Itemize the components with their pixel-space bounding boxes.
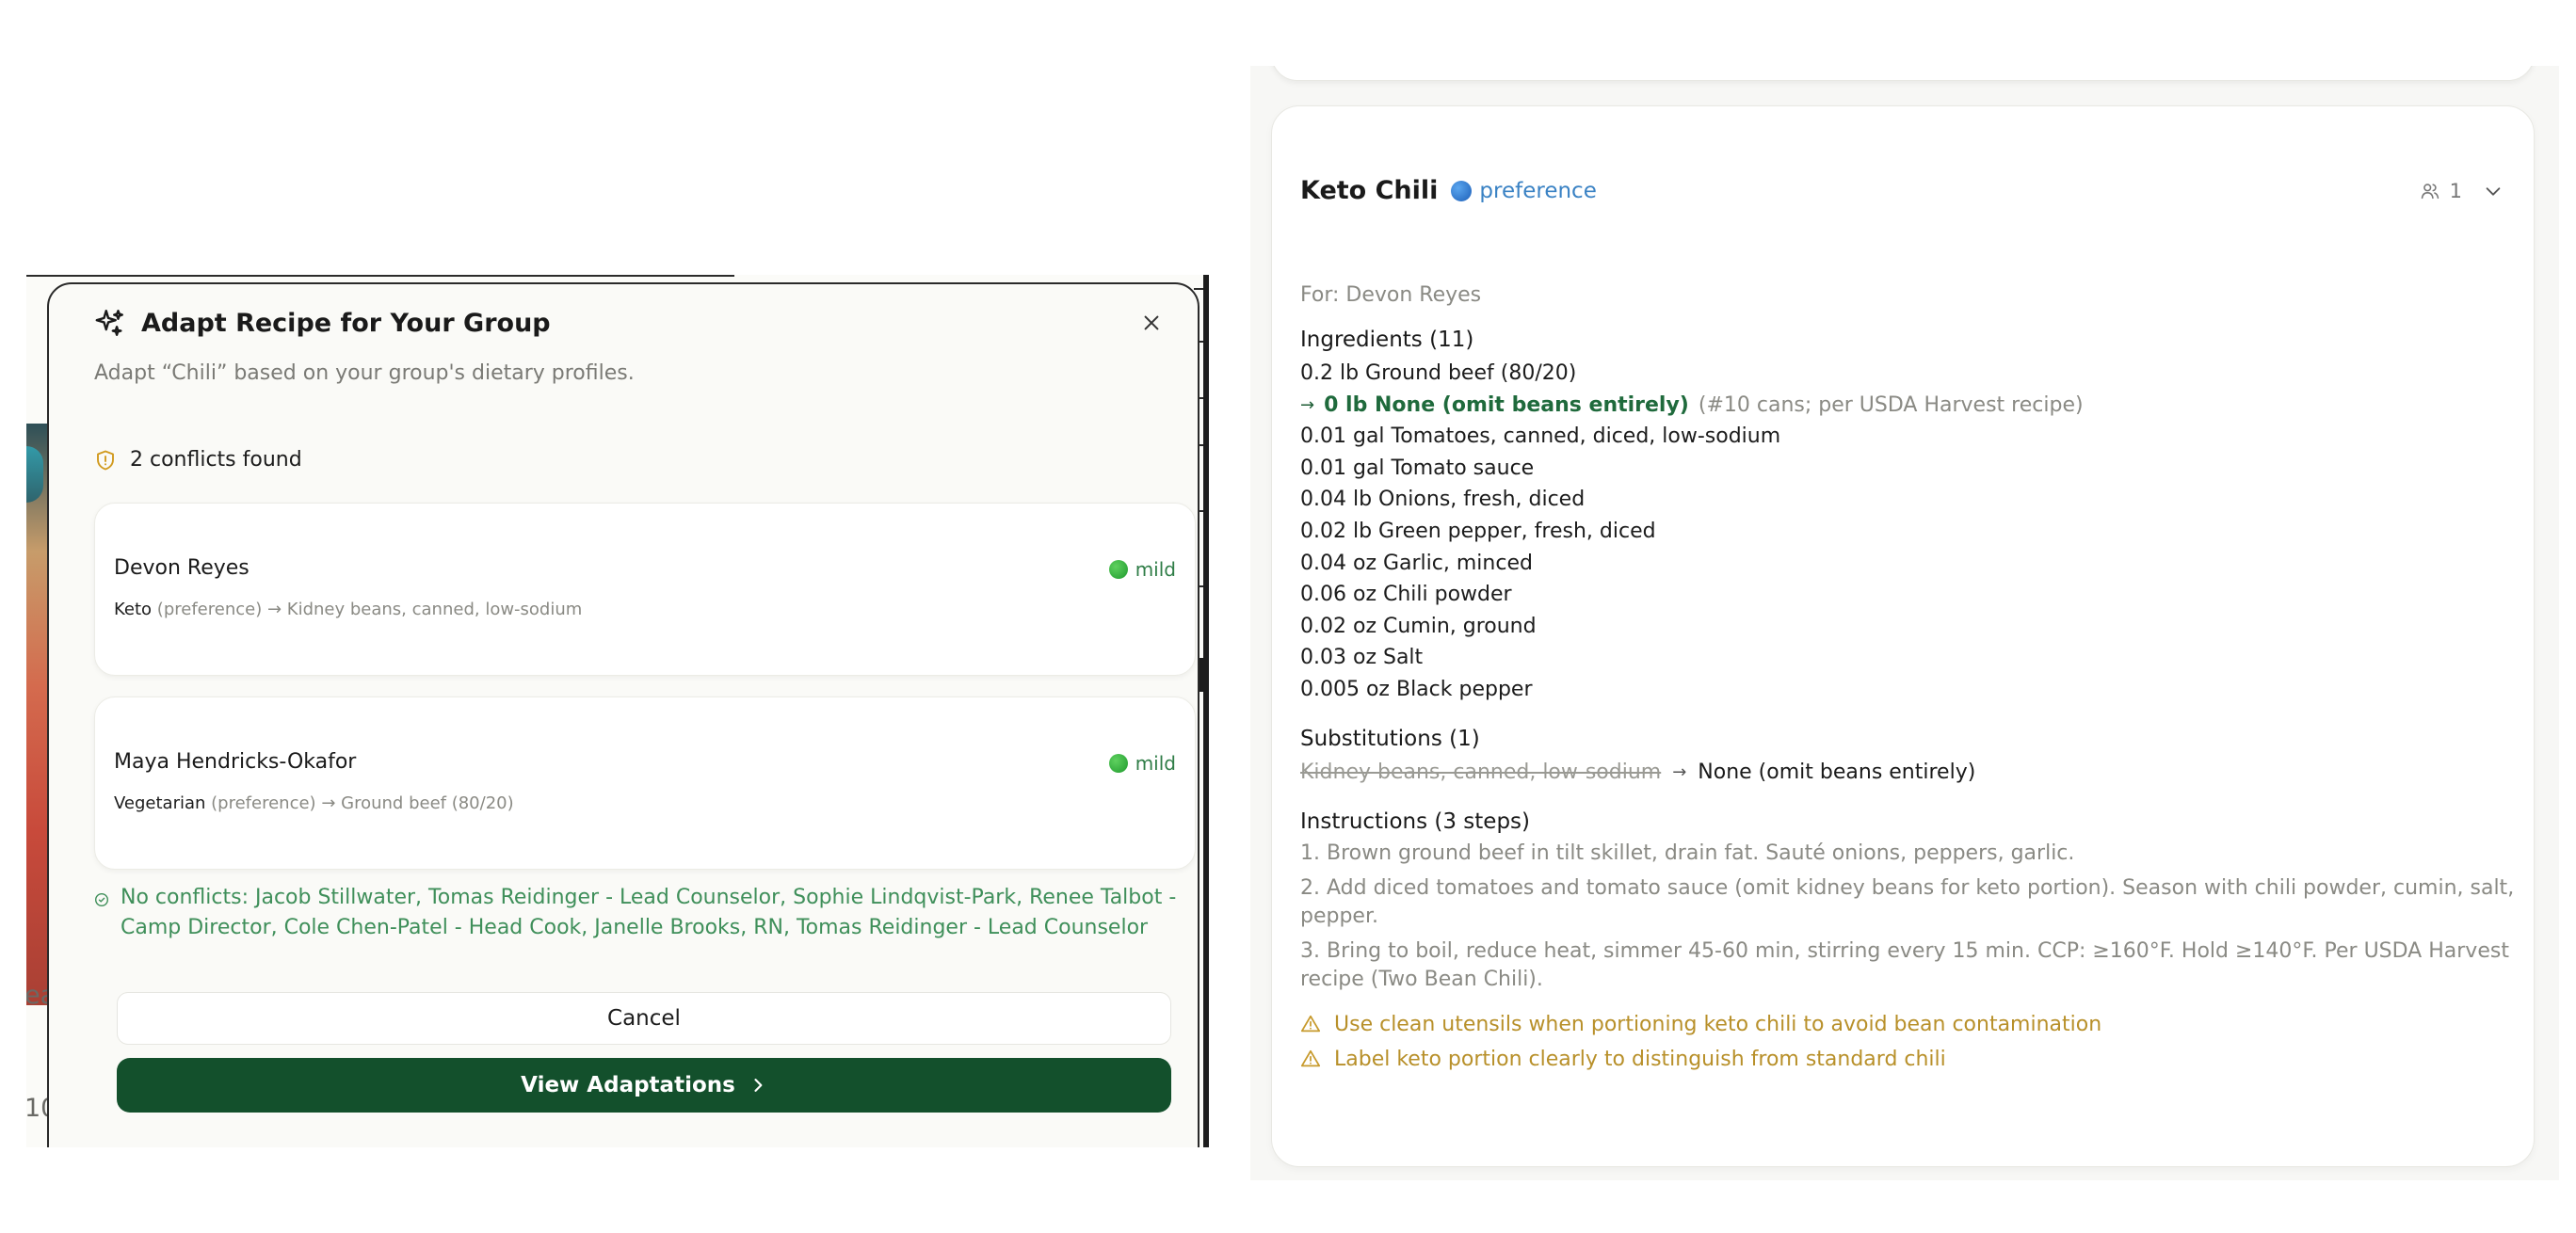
- people-count: 1: [2449, 180, 2462, 202]
- backdrop-top-line: [26, 275, 734, 277]
- close-icon: [1144, 315, 1159, 330]
- warning-triangle-icon: [1300, 1049, 1321, 1067]
- users-icon: [2421, 184, 2439, 200]
- warning-triangle-icon: [1300, 1015, 1321, 1033]
- recipe-for-line: For: Devon Reyes: [1300, 283, 1482, 307]
- preference-badge-label: preference: [1479, 178, 1597, 203]
- conflict-person-name: Devon Reyes: [114, 556, 250, 580]
- shield-alert-icon: [97, 450, 114, 470]
- substitution-note: (#10 cans; per USDA Harvest recipe): [1698, 392, 2084, 417]
- warning-item: Use clean utensils when portioning keto …: [1300, 1007, 2515, 1042]
- blue-dot-icon: [1451, 180, 1473, 201]
- conflicts-summary: 2 conflicts found: [94, 448, 302, 472]
- view-adaptations-label: View Adaptations: [521, 1073, 735, 1097]
- instructions-heading: Instructions (3 steps): [1300, 809, 1531, 834]
- conflict-ingredient: Kidney beans, canned, low-sodium: [286, 600, 583, 619]
- conflict-detail: Vegetarian (preference) → Ground beef (8…: [114, 793, 514, 813]
- ingredient-substitution-item: → 0 lb None (omit beans entirely) (#10 c…: [1300, 390, 2515, 422]
- conflict-person-name: Maya Hendricks-Okafor: [114, 750, 357, 774]
- ingredient-item: 0.01 gal Tomatoes, canned, diced, low-so…: [1300, 424, 1781, 449]
- modal-title: Adapt Recipe for Your Group: [141, 308, 551, 338]
- instruction-step: 3. Bring to boil, reduce heat, simmer 45…: [1300, 938, 2509, 991]
- ingredient-item: 0.06 oz Chili powder: [1300, 583, 1512, 607]
- ingredient-item: 0.01 gal Tomato sauce: [1300, 456, 1535, 480]
- substitution-from: Kidney beans, canned, low-sodium: [1300, 760, 1662, 784]
- ingredient-item: 0.02 oz Cumin, ground: [1300, 614, 1537, 638]
- warning-text: Label keto portion clearly to distinguis…: [1334, 1047, 1946, 1071]
- recipe-title: Keto Chili: [1300, 176, 1439, 205]
- warning-item: Label keto portion clearly to distinguis…: [1300, 1042, 2515, 1077]
- recipe-card: Keto Chili preference 1 For: Devon Reyes…: [1271, 105, 2535, 1167]
- conflict-type: (preference): [156, 600, 263, 619]
- no-conflicts-text: No conflicts: Jacob Stillwater, Tomas Re…: [121, 886, 1177, 939]
- recipe-controls[interactable]: 1: [2420, 180, 2504, 202]
- conflict-arrow: →: [321, 793, 336, 813]
- green-dot-icon: [1108, 754, 1128, 773]
- conflicts-count-label: 2 conflicts found: [130, 448, 302, 472]
- ingredient-item: 0.03 oz Salt: [1300, 646, 1424, 670]
- modal-header: Adapt Recipe for Your Group: [94, 307, 551, 339]
- ingredient-item: 0.005 oz Black pepper: [1300, 677, 1533, 701]
- substitution-row: Kidney beans, canned, low-sodium → None …: [1300, 757, 2515, 789]
- adapted-recipes-panel: Keto Chili preference 1 For: Devon Reyes…: [1250, 66, 2559, 1180]
- severity-badge: mild: [1108, 752, 1176, 775]
- conflict-detail: Keto (preference) → Kidney beans, canned…: [114, 600, 582, 619]
- modal-subtitle: Adapt “Chili” based on your group's diet…: [94, 361, 635, 385]
- severity-label: mild: [1135, 752, 1176, 775]
- conflict-ingredient: Ground beef (80/20): [341, 793, 514, 813]
- conflict-diet: Keto: [114, 600, 153, 619]
- ingredients-heading: Ingredients (11): [1300, 328, 1474, 352]
- modal-backdrop-area: ea 10 Adapt Recipe for Your Group Adapt …: [26, 275, 1209, 1147]
- chevron-down-icon[interactable]: [2483, 181, 2504, 201]
- ingredient-item: 0.2 lb Ground beef (80/20): [1300, 361, 1577, 385]
- no-conflicts-note: No conflicts: Jacob Stillwater, Tomas Re…: [94, 883, 1196, 943]
- previous-recipe-card: [1271, 66, 2535, 81]
- green-dot-icon: [1108, 560, 1128, 579]
- ingredient-item: 0.04 lb Onions, fresh, diced: [1300, 488, 1586, 512]
- check-circle-icon: [94, 892, 109, 907]
- cancel-button[interactable]: Cancel: [117, 992, 1171, 1045]
- sparkles-icon: [95, 310, 123, 336]
- recipe-body: For: Devon Reyes Ingredients (11) 0.2 lb…: [1300, 283, 2515, 1077]
- substitutions-heading: Substitutions (1): [1300, 726, 1480, 751]
- warning-text: Use clean utensils when portioning keto …: [1334, 1012, 2102, 1036]
- conflict-card: Maya Hendricks-Okafor mild Vegetarian (p…: [94, 697, 1196, 870]
- substitution-arrow: →: [1300, 394, 1315, 415]
- substituted-ingredient: 0 lb None (omit beans entirely): [1324, 392, 1689, 417]
- backdrop-right-mark: [1194, 288, 1203, 290]
- severity-label: mild: [1135, 558, 1176, 581]
- instruction-step: 2. Add diced tomatoes and tomato sauce (…: [1300, 875, 2515, 928]
- ingredient-item: 0.02 lb Green pepper, fresh, diced: [1300, 519, 1656, 543]
- close-button[interactable]: [1134, 305, 1169, 341]
- conflict-type: (preference): [211, 793, 316, 813]
- adapt-recipe-modal: Adapt Recipe for Your Group Adapt “Chili…: [47, 282, 1199, 1147]
- backdrop-right-edge: [1203, 275, 1209, 1147]
- chevron-right-icon: [754, 1079, 763, 1092]
- substitution-to: None (omit beans entirely): [1698, 760, 1976, 784]
- warnings-list: Use clean utensils when portioning keto …: [1300, 1007, 2515, 1077]
- instruction-step: 1. Brown ground beef in tilt skillet, dr…: [1300, 841, 2075, 865]
- backdrop-photo-detail: [26, 446, 43, 503]
- ingredient-item: 0.04 oz Garlic, minced: [1300, 551, 1533, 575]
- preference-badge: preference: [1451, 178, 1597, 203]
- substitution-arrow: →: [1672, 761, 1687, 782]
- severity-badge: mild: [1108, 558, 1176, 581]
- conflict-diet: Vegetarian: [114, 793, 206, 813]
- view-adaptations-button[interactable]: View Adaptations: [117, 1058, 1171, 1113]
- conflict-arrow: →: [266, 600, 282, 619]
- conflict-card: Devon Reyes mild Keto (preference) → Kid…: [94, 503, 1196, 676]
- recipe-header: Keto Chili preference: [1300, 176, 1597, 205]
